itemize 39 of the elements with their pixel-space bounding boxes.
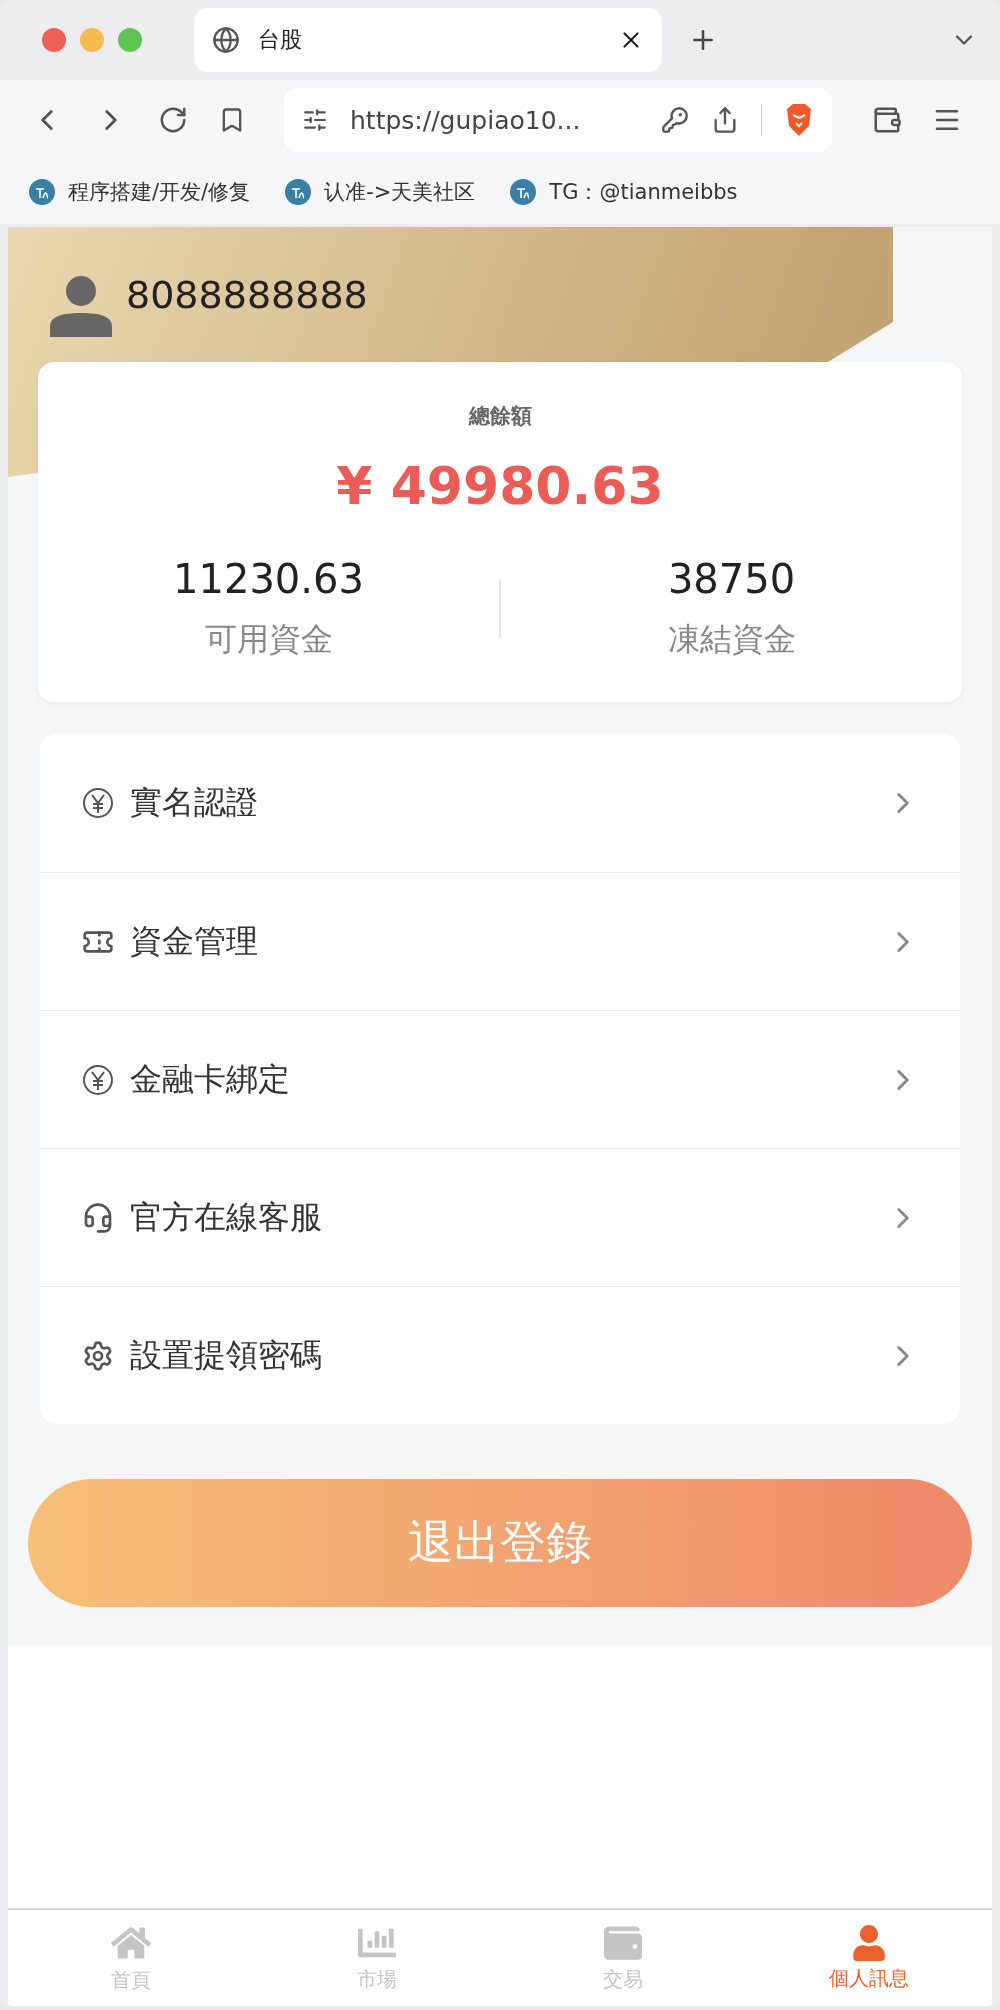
close-window-icon[interactable]: [42, 28, 66, 52]
balance-label: 總餘額: [468, 403, 532, 430]
bookmark-link[interactable]: 认准->天美社区: [284, 178, 476, 206]
bookmark-favicon-icon: [28, 178, 56, 206]
wallet-icon[interactable]: [872, 105, 902, 135]
bookmark-favicon-icon: [284, 178, 313, 206]
menu-item[interactable]: 官方在線客服: [40, 1148, 960, 1286]
lion-shield-icon[interactable]: [784, 103, 814, 137]
menu-item[interactable]: 實名認證: [40, 734, 960, 872]
stat-label: 可用資金: [204, 619, 333, 660]
browser-tab[interactable]: 台股: [194, 8, 662, 72]
bookmark-label: 认准->天美社区: [324, 179, 476, 206]
stat-value: 38750: [667, 556, 796, 602]
url-text: https://gupiao10...: [350, 105, 582, 135]
site-settings-icon[interactable]: [302, 107, 328, 133]
bookmark-label: 程序搭建/开发/修复: [68, 179, 251, 206]
username: 8088888888: [126, 272, 368, 317]
wallet-icon: [604, 1923, 642, 1962]
tab-title: 台股: [258, 26, 303, 54]
reload-icon[interactable]: [158, 105, 188, 135]
settings-icon: [82, 1339, 114, 1372]
total-balance: ¥ 49980.63: [336, 456, 664, 516]
stat-value: 11230.63: [173, 556, 364, 602]
stat-label: 凍結資金: [667, 619, 796, 660]
avatar-icon: [50, 274, 112, 337]
yen-circle-icon: [82, 1063, 114, 1096]
bookmark-favicon-icon: [509, 178, 538, 206]
key-icon[interactable]: [661, 106, 689, 134]
yen-circle-icon: [82, 787, 114, 819]
globe-icon: [212, 26, 240, 54]
menu-item[interactable]: 金融卡綁定: [40, 1010, 960, 1148]
menu-item[interactable]: 設置提領密碼: [40, 1286, 960, 1424]
menu-item[interactable]: 資金管理: [40, 872, 960, 1010]
bookmark-label: TG：@tianmeibbs: [549, 179, 738, 206]
address-bar[interactable]: https://gupiao10...: [284, 88, 832, 152]
bookmark-link[interactable]: 程序搭建/开发/修复: [28, 178, 251, 206]
bookmark-link[interactable]: TG：@tianmeibbs: [509, 178, 738, 206]
user-icon: [851, 1924, 887, 1961]
headset-icon: [82, 1201, 114, 1234]
